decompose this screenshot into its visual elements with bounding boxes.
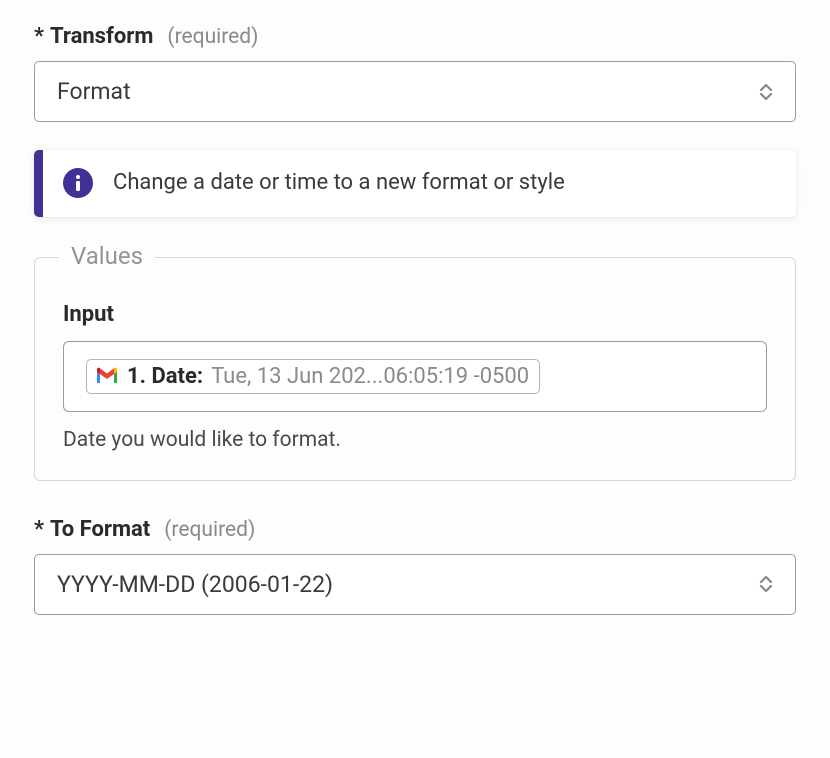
to-format-label-row: * To Format (required): [34, 517, 796, 542]
info-banner: Change a date or time to a new format or…: [34, 150, 796, 217]
to-format-value: YYYY-MM-DD (2006-01-22): [57, 571, 333, 598]
to-format-label: To Format: [50, 517, 150, 542]
required-asterisk: *: [34, 24, 44, 49]
required-asterisk: *: [34, 517, 44, 542]
transform-label: Transform: [50, 24, 153, 49]
transform-label-row: * Transform (required): [34, 24, 796, 49]
token-value: Tue, 13 Jun 202...06:05:19 -0500: [211, 364, 529, 389]
chevron-updown-icon: [759, 575, 773, 593]
required-tag: (required): [164, 518, 255, 542]
chevron-updown-icon: [759, 83, 773, 101]
info-text: Change a date or time to a new format or…: [113, 168, 565, 199]
to-format-label-wrapper: * To Format: [34, 517, 150, 542]
to-format-select[interactable]: YYYY-MM-DD (2006-01-22): [34, 554, 796, 615]
input-token[interactable]: 1. Date: Tue, 13 Jun 202...06:05:19 -050…: [86, 359, 540, 394]
transform-select[interactable]: Format: [34, 61, 796, 122]
transform-value: Format: [57, 78, 131, 105]
info-icon: [63, 168, 93, 198]
input-label: Input: [63, 302, 767, 327]
transform-label-wrapper: * Transform: [34, 24, 153, 49]
to-format-field: * To Format (required) YYYY-MM-DD (2006-…: [34, 517, 796, 615]
transform-field: * Transform (required) Format: [34, 24, 796, 122]
input-help-text: Date you would like to format.: [63, 428, 767, 452]
required-tag: (required): [167, 25, 258, 49]
token-label: 1. Date:: [127, 364, 203, 389]
values-fieldset: Values Input 1. Date: Tue, 13 Jun 202...…: [34, 257, 796, 481]
gmail-icon: [95, 367, 119, 385]
values-legend: Values: [59, 242, 155, 270]
input-field[interactable]: 1. Date: Tue, 13 Jun 202...06:05:19 -050…: [63, 341, 767, 412]
